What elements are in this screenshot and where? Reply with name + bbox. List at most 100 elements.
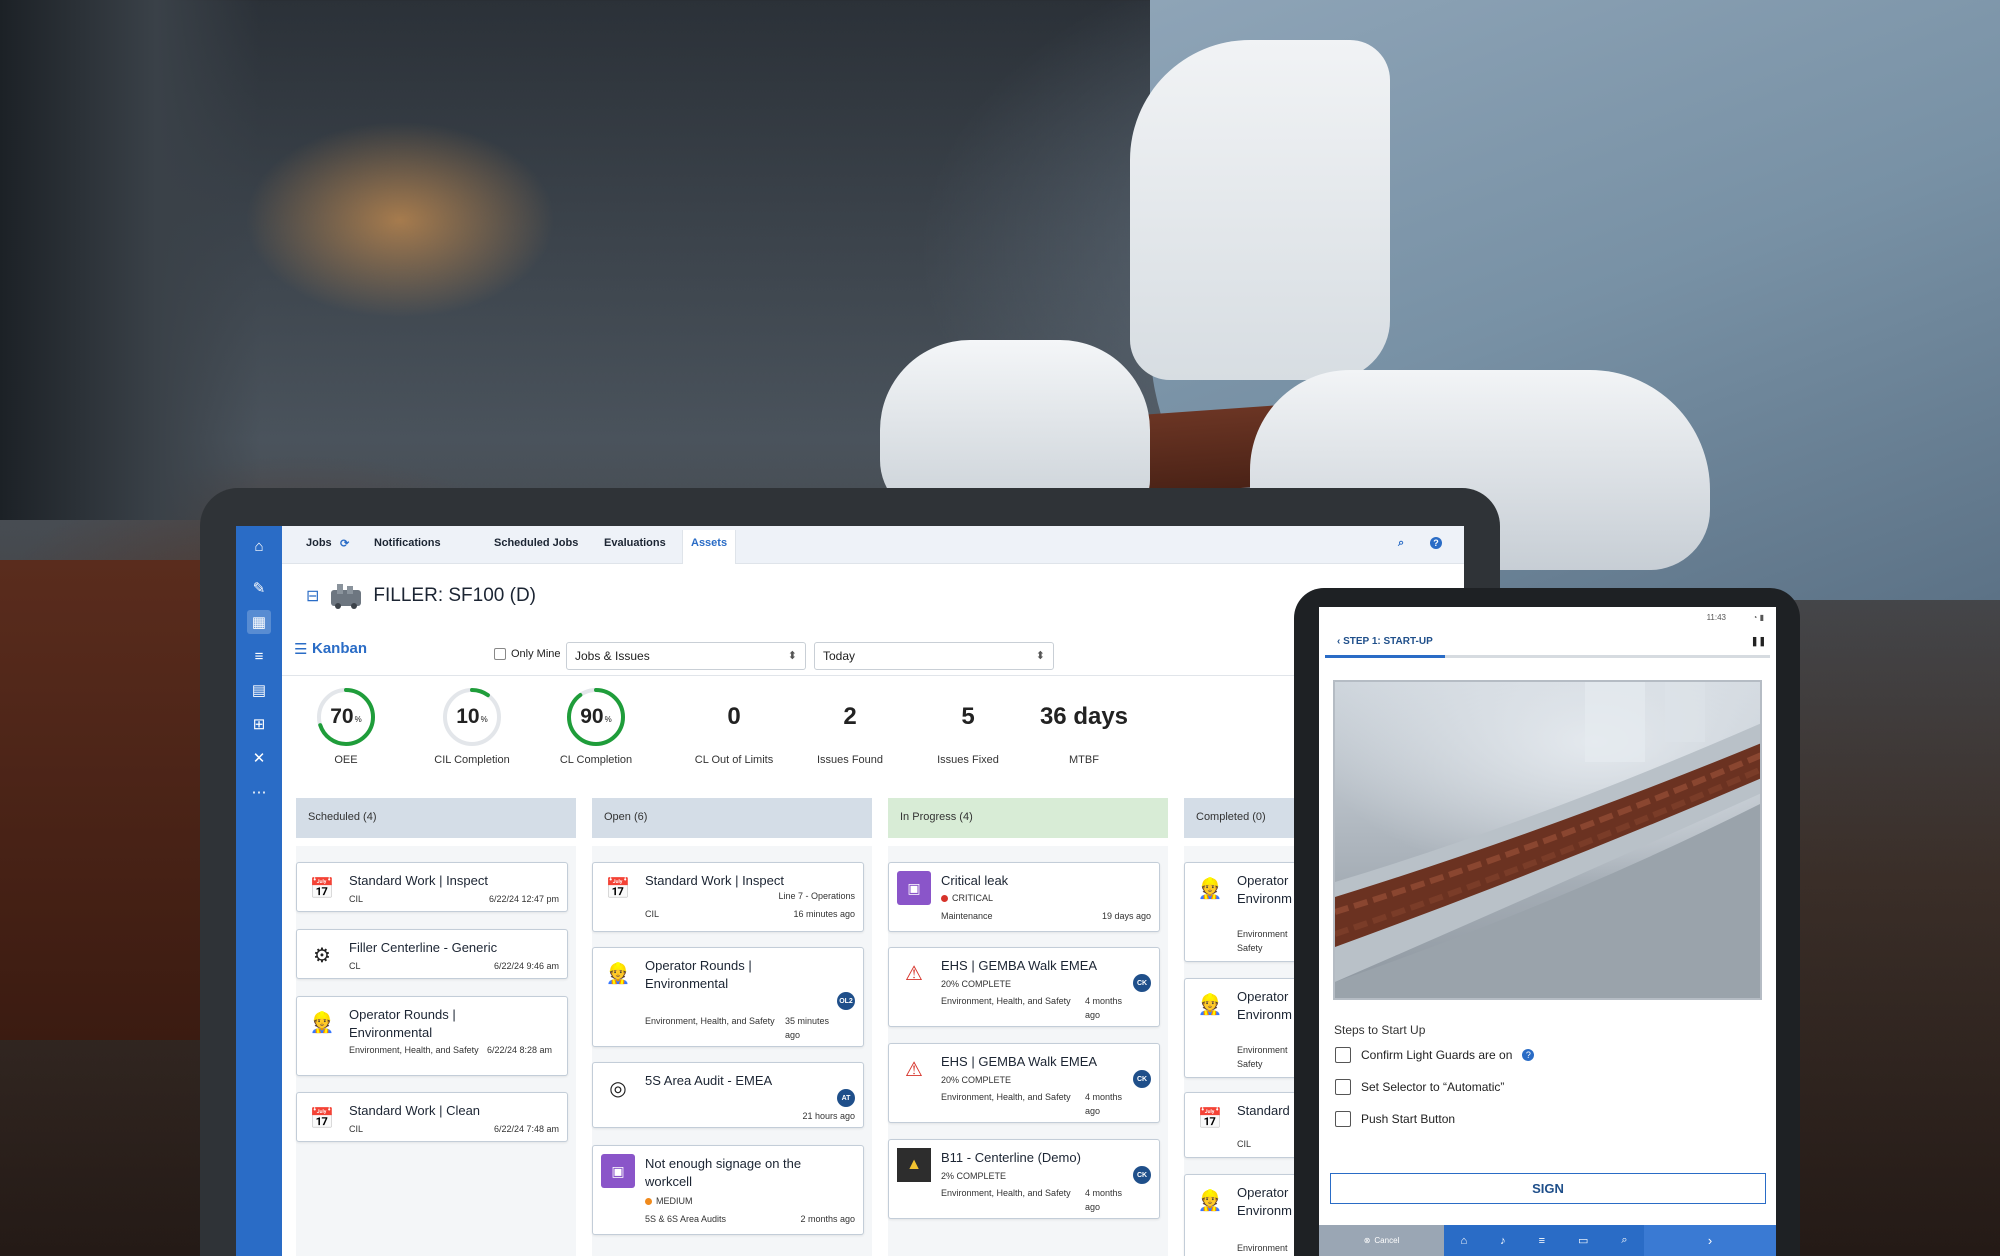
chocolate-conveyor-image xyxy=(1335,682,1760,998)
checkbox[interactable] xyxy=(1335,1079,1351,1095)
document-icon[interactable]: ▤ xyxy=(247,678,271,702)
filler-machine-icon xyxy=(331,584,362,609)
card-type: Environment, Health, and Safety xyxy=(349,1045,479,1055)
metric-cl-out: 0 CL Out of Limits xyxy=(674,686,794,766)
card-time: 6/22/24 12:47 pm xyxy=(488,894,559,904)
issues-found-value: 2 xyxy=(843,703,857,730)
card-status: 20% COMPLETE xyxy=(941,1075,1012,1085)
checklist-item[interactable]: Set Selector to “Automatic” xyxy=(1335,1079,1504,1095)
kanban-card[interactable]: 📅 Standard Work | Clean CIL 6/22/24 7:48… xyxy=(296,1092,568,1142)
chevron-right-icon: › xyxy=(1707,1233,1713,1248)
tablet-toolbar: ⌂ ♪ ≡ ▭ ⌕ xyxy=(1444,1225,1644,1256)
kanban-card[interactable]: ◎ 5S Area Audit - EMEA AT 21 hours ago xyxy=(592,1062,864,1128)
bell-icon[interactable]: ♪ xyxy=(1500,1235,1506,1247)
operator-icon: 👷 xyxy=(1197,877,1223,900)
cancel-label: Cancel xyxy=(1374,1236,1400,1245)
card-title: Operator xyxy=(1237,1185,1289,1200)
card-type-line2: Safety xyxy=(1237,1059,1263,1069)
step-progress-bar xyxy=(1325,655,1770,658)
search-icon[interactable]: ⌕ xyxy=(1621,1234,1627,1247)
checklist-item[interactable]: Push Start Button xyxy=(1335,1111,1455,1127)
kanban-card[interactable]: ▣ Critical leak CRITICAL Maintenance 19 … xyxy=(888,862,1160,932)
metric-issues-fixed: 5 Issues Fixed xyxy=(908,686,1028,766)
assignee-badge: CK xyxy=(1133,974,1151,992)
tab-assets[interactable]: Assets xyxy=(682,530,737,564)
only-mine-checkbox[interactable] xyxy=(494,648,506,660)
card-title: EHS | GEMBA Walk EMEA xyxy=(941,958,1098,973)
hierarchy-icon[interactable]: ⊟ xyxy=(306,586,319,606)
kanban-card[interactable]: 👷 Operator Rounds | Environmental Enviro… xyxy=(296,996,568,1076)
metric-cl: 90% CL Completion xyxy=(536,686,656,766)
card-title: Operator xyxy=(1237,989,1289,1004)
cancel-button[interactable]: ⊗ Cancel xyxy=(1319,1225,1444,1256)
card-time: 16 minutes ago xyxy=(793,909,855,919)
kanban-card[interactable]: ⚠ EHS | GEMBA Walk EMEA CK 20% COMPLETE … xyxy=(888,947,1160,1027)
sliders-icon[interactable]: ≡ xyxy=(247,644,271,668)
sidebar: ⌂ ✎ ▦ ≡ ▤ ⊞ ✕ ⋯ xyxy=(236,526,282,1256)
kanban-toolbar: ☰ Kanban Only Mine Jobs & Issues Today xyxy=(282,626,1464,676)
kanban-card[interactable]: 📅 Standard Work | Inspect CIL 6/22/24 12… xyxy=(296,862,568,912)
metric-mtbf: 36 days MTBF xyxy=(1024,686,1144,766)
help-icon[interactable]: ? xyxy=(1522,1049,1535,1061)
org-chart-icon[interactable]: ⊞ xyxy=(247,712,271,736)
tab-jobs[interactable]: Jobs xyxy=(306,537,332,549)
kanban-card[interactable]: 📅 Standard Work | Inspect Line 7 - Opera… xyxy=(592,862,864,932)
kanban-card[interactable]: ▣ Not enough signage on the workcell MED… xyxy=(592,1145,864,1235)
operator-icon: 👷 xyxy=(309,1011,335,1034)
checkbox[interactable] xyxy=(1335,1111,1351,1127)
pencil-icon[interactable]: ✎ xyxy=(247,576,271,600)
refresh-icon[interactable]: ⟳ xyxy=(340,537,349,550)
card-title: Operator Rounds | Environmental xyxy=(645,958,752,991)
cl-out-label: CL Out of Limits xyxy=(694,754,774,766)
checkbox[interactable] xyxy=(1335,1047,1351,1063)
home-icon[interactable]: ⌂ xyxy=(1460,1235,1467,1247)
sign-button[interactable]: SIGN xyxy=(1330,1173,1766,1204)
help-icon[interactable]: ? xyxy=(1430,537,1442,549)
list-icon[interactable]: ≡ xyxy=(1539,1235,1545,1247)
kanban-card[interactable]: ⚠ EHS | GEMBA Walk EMEA CK 20% COMPLETE … xyxy=(888,1043,1160,1123)
card-title: Not enough signage on the workcell xyxy=(645,1156,802,1189)
kanban-card[interactable]: 👷 Operator Rounds | Environmental OL2 En… xyxy=(592,947,864,1047)
card-type: CIL xyxy=(1237,1139,1252,1149)
step-title[interactable]: ‹ STEP 1: START-UP xyxy=(1337,636,1433,647)
card-time: 35 minutes ago xyxy=(785,1016,830,1040)
search-icon[interactable]: ⌕ xyxy=(1398,537,1404,550)
card-type: Environment, Health, and Safety xyxy=(941,1092,1071,1102)
clipboard-icon: ▣ xyxy=(601,1154,635,1188)
tab-scheduled-jobs[interactable]: Scheduled Jobs xyxy=(494,537,578,549)
card-time: 4 months ago xyxy=(1085,1092,1123,1116)
next-button[interactable]: › xyxy=(1644,1225,1776,1256)
top-nav: Jobs ⟳ Notifications Scheduled Jobs Eval… xyxy=(282,526,1464,564)
only-mine-toggle[interactable]: Only Mine xyxy=(494,648,561,660)
kanban-card[interactable]: ▲ B11 - Centerline (Demo) CK 2% COMPLETE… xyxy=(888,1139,1160,1219)
date-filter-select[interactable]: Today xyxy=(814,642,1054,670)
cl-value: 90 xyxy=(580,705,604,728)
operator-icon: 👷 xyxy=(1197,1189,1223,1212)
pause-icon[interactable]: ❚❚ xyxy=(1751,636,1766,647)
tab-evaluations[interactable]: Evaluations xyxy=(604,537,666,549)
calendar-icon: 📅 xyxy=(1197,1107,1223,1130)
card-title: Operator Rounds | Environmental xyxy=(349,1007,456,1040)
severity-dot xyxy=(645,1197,652,1205)
tab-notifications[interactable]: Notifications xyxy=(374,537,441,549)
card-title: EHS | GEMBA Walk EMEA xyxy=(941,1054,1098,1069)
steps-title: Steps to Start Up xyxy=(1334,1023,1426,1037)
card-time: 2 months ago xyxy=(800,1214,855,1224)
type-filter-select[interactable]: Jobs & Issues xyxy=(566,642,806,670)
tools-icon[interactable]: ✕ xyxy=(247,746,271,770)
table-icon[interactable]: ▦ xyxy=(247,610,271,634)
checklist-item[interactable]: Confirm Light Guards are on ? xyxy=(1335,1047,1535,1063)
kanban-card[interactable]: ⚙ Filler Centerline - Generic CL 6/22/24… xyxy=(296,929,568,979)
card-time: 6/22/24 9:46 am xyxy=(493,961,559,971)
metrics-row: 70% OEE 10% CIL Completion 90% CL Comple… xyxy=(282,686,1464,796)
card-title-line2: Environm xyxy=(1237,1203,1292,1218)
menu-icon[interactable]: ☰ xyxy=(294,640,307,658)
chat-icon[interactable]: ▭ xyxy=(1578,1234,1588,1247)
more-icon[interactable]: ⋯ xyxy=(247,780,271,804)
assignee-badge: CK xyxy=(1133,1070,1151,1088)
home-icon[interactable]: ⌂ xyxy=(247,534,271,558)
asset-header: ⊟ FILLER: SF100 (D) xyxy=(306,582,536,610)
card-type: Environment xyxy=(1237,929,1288,939)
only-mine-label: Only Mine xyxy=(511,648,561,660)
assignee-badge: AT xyxy=(837,1089,855,1107)
